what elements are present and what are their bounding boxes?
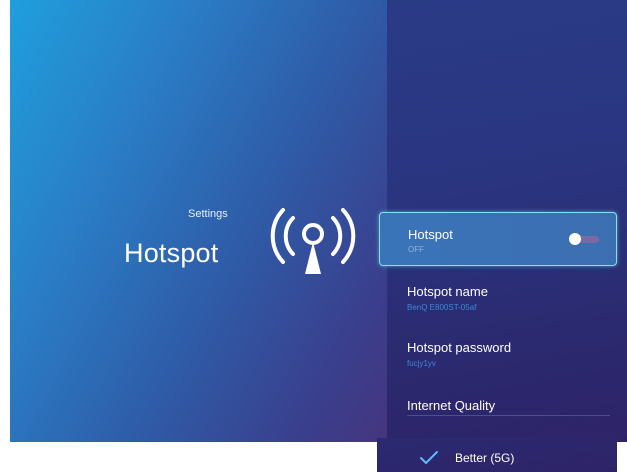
hotspot-name-label: Hotspot name	[407, 284, 488, 299]
quality-option-label: Better (5G)	[455, 451, 515, 465]
hotspot-toggle[interactable]	[569, 233, 599, 245]
hotspot-name-row[interactable]: Hotspot name BenQ E800ST-05af	[377, 278, 617, 318]
toggle-knob	[569, 233, 581, 245]
hotspot-password-label: Hotspot password	[407, 340, 512, 355]
checkmark-icon	[420, 451, 438, 464]
antenna-broadcast-icon	[270, 208, 356, 274]
hotspot-name-value: BenQ E800ST-05af	[407, 303, 477, 312]
hotspot-label: Hotspot	[408, 227, 453, 242]
hotspot-status: OFF	[408, 245, 424, 254]
page-title: Hotspot	[124, 238, 219, 268]
breadcrumb: Settings	[188, 208, 228, 220]
internet-quality-row[interactable]: Internet Quality	[377, 392, 617, 416]
hotspot-password-value: fucjy1yv	[407, 359, 436, 368]
quality-option-better[interactable]: Better (5G)	[377, 446, 617, 472]
hotspot-password-row[interactable]: Hotspot password fucjy1yv	[377, 334, 617, 374]
left-pane: Settings Hotspot	[10, 0, 387, 442]
hotspot-setting-row[interactable]: Hotspot OFF	[379, 212, 617, 266]
internet-quality-label: Internet Quality	[407, 398, 496, 413]
divider	[407, 415, 610, 416]
